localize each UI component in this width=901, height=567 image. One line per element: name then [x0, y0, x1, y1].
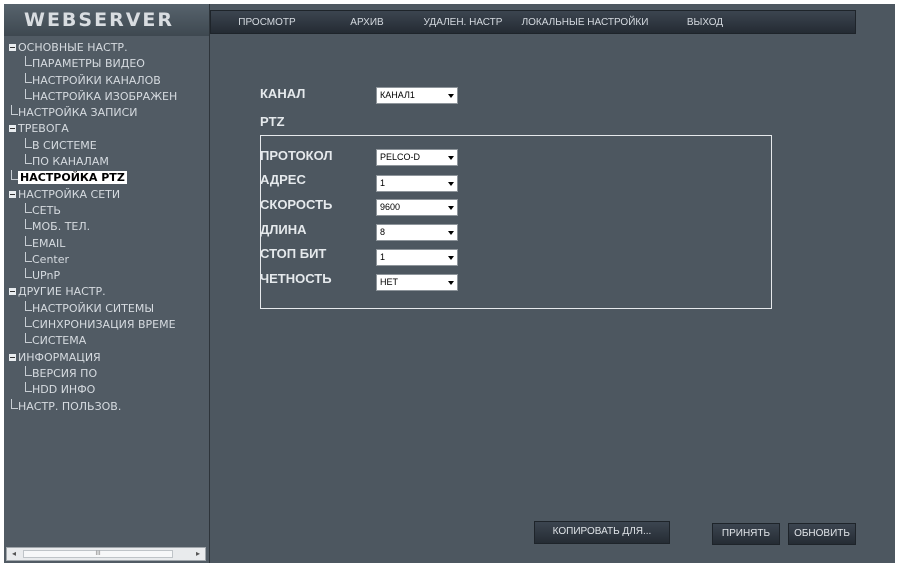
scroll-left-icon[interactable]: ◂ — [7, 548, 21, 560]
tree-item-video-params[interactable]: ПАРАМЕТРЫ ВИДЕО — [10, 56, 209, 72]
length-label: ДЛИНА — [260, 222, 307, 237]
tree-item-user-settings[interactable]: НАСТР. ПОЛЬЗОВ. — [10, 398, 209, 415]
scroll-right-icon[interactable]: ▸ — [191, 548, 205, 560]
nav-local-settings[interactable]: ЛОКАЛЬНЫЕ НАСТРОЙКИ — [515, 17, 655, 28]
ptz-settings-panel: КАНАЛ КАНАЛ1 PTZ ПРОТОКОЛ PELCO-D АДРЕС … — [210, 36, 895, 563]
tree-item-record-settings[interactable]: НАСТРОЙКА ЗАПИСИ — [10, 105, 209, 121]
app-frame: WEBSERVER ПРОСМОТР АРХИВ УДАЛЕН. НАСТР Л… — [4, 4, 895, 563]
stopbit-select[interactable]: 1 — [376, 249, 458, 266]
tree-item-email[interactable]: EMAIL — [10, 235, 209, 252]
refresh-button[interactable]: ОБНОВИТЬ — [788, 523, 856, 545]
settings-tree: ОСНОВНЫЕ НАСТР. ПАРАМЕТРЫ ВИДЕО НАСТРОЙК… — [9, 40, 209, 415]
tree-item-network[interactable]: СЕТЬ — [10, 202, 209, 219]
nav-archive[interactable]: АРХИВ — [323, 17, 411, 28]
tree-item-image-settings[interactable]: НАСТРОЙКА ИЗОБРАЖЕН — [10, 88, 209, 105]
collapse-icon[interactable] — [9, 125, 16, 133]
speed-label: СКОРОСТЬ — [260, 197, 333, 212]
stopbit-label: СТОП БИТ — [260, 246, 327, 261]
chevron-down-icon — [448, 256, 454, 260]
chevron-down-icon — [448, 156, 454, 160]
tree-item-firmware-version[interactable]: ВЕРСИЯ ПО — [10, 365, 209, 382]
tree-item-alarm[interactable]: ТРЕВОГА — [9, 121, 209, 137]
collapse-icon[interactable] — [9, 353, 16, 361]
tree-item-in-system[interactable]: В СИСТЕМЕ — [10, 137, 209, 154]
tree-item-time-sync[interactable]: СИНХРОНИЗАЦИЯ ВРЕМЕ — [10, 317, 209, 333]
scroll-thumb[interactable]: III — [23, 550, 173, 558]
tree-item-system-settings[interactable]: НАСТРОЙКИ СИТЕМЫ — [10, 300, 209, 317]
channel-label: КАНАЛ — [260, 86, 306, 101]
tree-item-basic-settings[interactable]: ОСНОВНЫЕ НАСТР. — [9, 40, 209, 56]
chevron-down-icon — [448, 182, 454, 186]
address-label: АДРЕС — [260, 172, 306, 187]
brand-logo: WEBSERVER — [4, 4, 210, 36]
tree-item-channel-settings[interactable]: НАСТРОЙКИ КАНАЛОВ — [10, 72, 209, 89]
speed-select[interactable]: 9600 — [376, 199, 458, 216]
nav-live-view[interactable]: ПРОСМОТР — [211, 17, 323, 28]
channel-select[interactable]: КАНАЛ1 — [376, 87, 458, 104]
settings-sidebar: ОСНОВНЫЕ НАСТР. ПАРАМЕТРЫ ВИДЕО НАСТРОЙК… — [4, 36, 210, 563]
nav-remote-settings[interactable]: УДАЛЕН. НАСТР — [411, 17, 515, 28]
tree-item-center[interactable]: Center — [10, 251, 209, 268]
collapse-icon[interactable] — [9, 288, 16, 296]
tree-item-ptz-settings[interactable]: НАСТРОЙКА PTZ — [10, 170, 209, 186]
collapse-icon[interactable] — [9, 190, 16, 198]
protocol-select[interactable]: PELCO-D — [376, 149, 458, 166]
collapse-icon[interactable] — [9, 44, 16, 51]
chevron-down-icon — [448, 94, 454, 98]
address-select[interactable]: 1 — [376, 175, 458, 192]
nav-exit[interactable]: ВЫХОД — [655, 17, 755, 28]
chevron-down-icon — [448, 231, 454, 235]
chevron-down-icon — [448, 281, 454, 285]
tree-item-network-settings[interactable]: НАСТРОЙКА СЕТИ — [9, 187, 209, 203]
top-nav: ПРОСМОТР АРХИВ УДАЛЕН. НАСТР ЛОКАЛЬНЫЕ Н… — [210, 10, 856, 34]
tree-item-by-channels[interactable]: ПО КАНАЛАМ — [10, 154, 209, 170]
copy-to-button[interactable]: КОПИРОВАТЬ ДЛЯ... — [534, 521, 670, 544]
tree-item-system[interactable]: СИСТЕМА — [10, 333, 209, 349]
chevron-down-icon — [448, 206, 454, 210]
tree-item-information[interactable]: ИНФОРМАЦИЯ — [9, 350, 209, 366]
tree-item-upnp[interactable]: UPnP — [10, 268, 209, 284]
length-select[interactable]: 8 — [376, 224, 458, 241]
tree-item-mobile[interactable]: МОБ. ТЕЛ. — [10, 219, 209, 235]
protocol-label: ПРОТОКОЛ — [260, 148, 333, 163]
tree-item-hdd-info[interactable]: HDD ИНФО — [10, 382, 209, 398]
horizontal-scrollbar[interactable]: ◂ III ▸ — [6, 547, 206, 561]
parity-select[interactable]: НЕТ — [376, 274, 458, 291]
parity-label: ЧЕТНОСТЬ — [260, 271, 332, 286]
ptz-label: PTZ — [260, 114, 285, 129]
tree-item-other-settings[interactable]: ДРУГИЕ НАСТР. — [9, 284, 209, 300]
apply-button[interactable]: ПРИНЯТЬ — [712, 523, 780, 545]
ptz-group-box — [260, 135, 772, 309]
